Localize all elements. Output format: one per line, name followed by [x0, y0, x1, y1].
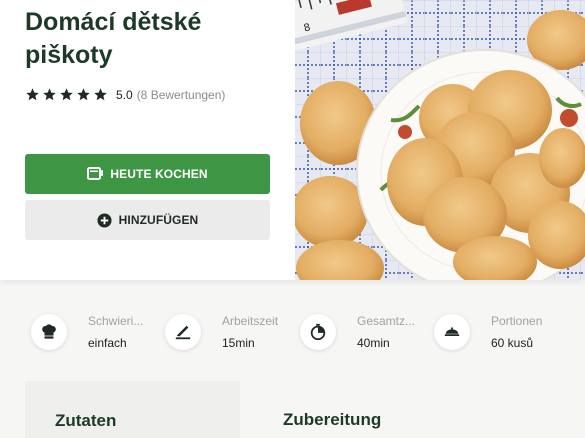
star-icon	[26, 88, 39, 101]
cook-today-label: HEUTE KOCHEN	[110, 167, 208, 181]
ingredients-heading: Zutaten	[55, 411, 117, 430]
ingredients-panel: Zutaten	[25, 381, 240, 438]
chef-hat-icon	[31, 314, 67, 350]
plus-circle-icon	[97, 212, 112, 228]
star-icon	[77, 88, 90, 101]
stat-value: einfach	[88, 336, 127, 350]
recipe-photo-image: 8	[295, 0, 585, 280]
cook-today-button[interactable]: HEUTE KOCHEN	[25, 154, 270, 194]
star-icon	[94, 88, 107, 101]
timer-icon	[300, 314, 336, 350]
knife-board-icon	[165, 314, 201, 350]
star-rating	[25, 87, 108, 102]
stat-value: 60 kusů	[491, 336, 534, 350]
star-icon	[43, 88, 56, 101]
recipe-rating[interactable]: 5.0 (8 Bewertungen)	[25, 87, 225, 102]
add-button[interactable]: HINZUFÜGEN	[25, 200, 270, 240]
preparation-heading: Zubereitung	[283, 410, 382, 429]
recipe-title: Domácí dětské piškoty	[25, 8, 202, 69]
stat-label: Arbeitszeit	[222, 314, 279, 328]
cooking-pot-icon	[87, 167, 104, 180]
stat-label: Portionen	[491, 314, 543, 328]
stat-label: Schwieri...	[88, 314, 144, 328]
rating-count: (8 Bewertungen)	[136, 87, 226, 102]
add-label: HINZUFÜGEN	[118, 213, 199, 227]
recipe-stats: Schwieri... einfach Arbeitszeit 15min Ge…	[0, 306, 585, 366]
star-icon	[60, 88, 73, 101]
stat-value: 15min	[222, 336, 255, 350]
stat-value: 40min	[357, 336, 390, 350]
recipe-photo: 8	[295, 0, 585, 280]
serving-dish-icon	[434, 314, 470, 350]
stat-label: Gesamtz...	[357, 314, 416, 328]
rating-value: 5.0	[116, 87, 133, 102]
recipe-header-card: Domácí dětské piškoty 5.0 (8 Bewertungen…	[0, 0, 585, 280]
